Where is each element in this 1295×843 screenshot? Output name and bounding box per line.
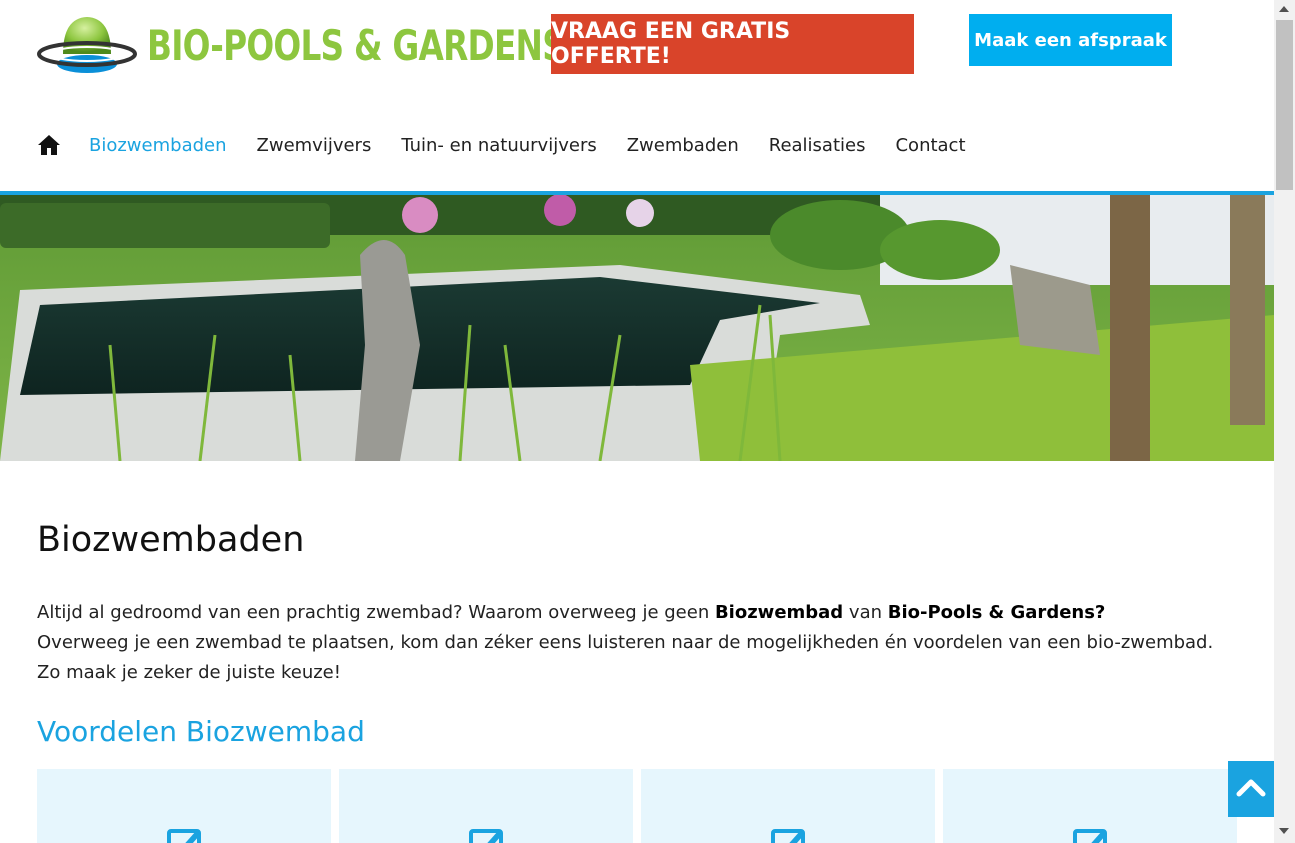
nav-item-realisaties[interactable]: Realisaties <box>769 135 866 156</box>
benefit-card[interactable] <box>943 769 1237 843</box>
intro-bold-company: Bio-Pools & Gardens? <box>887 602 1106 623</box>
scrollbar-thumb[interactable] <box>1276 20 1293 190</box>
intro-paragraph-2: Overweeg je een zwembad te plaatsen, kom… <box>37 632 1214 683</box>
benefit-card[interactable] <box>641 769 935 843</box>
intro-text-segment: van <box>843 602 888 623</box>
nav-item-zwembaden[interactable]: Zwembaden <box>627 135 739 156</box>
intro-text: Altijd al gedroomd van een prachtig zwem… <box>37 598 1237 688</box>
edit-icon <box>1072 825 1110 843</box>
back-to-top-button[interactable] <box>1228 761 1274 817</box>
intro-paragraph-1: Altijd al gedroomd van een prachtig zwem… <box>37 598 1237 628</box>
free-quote-button[interactable]: VRAAG EEN GRATIS OFFERTE! <box>551 14 914 74</box>
edit-icon <box>468 825 506 843</box>
page-scrollbar[interactable] <box>1274 0 1295 843</box>
benefit-card[interactable] <box>339 769 633 843</box>
nav-item-contact[interactable]: Contact <box>895 135 965 156</box>
benefit-cards <box>37 769 1245 843</box>
make-appointment-button[interactable]: Maak een afspraak <box>969 14 1172 66</box>
intro-bold-biozwembad: Biozwembad <box>714 602 844 623</box>
home-icon[interactable] <box>37 134 61 156</box>
logo-pool-icon <box>37 14 137 76</box>
logo-text: BIO-POOLS & GARDENS <box>147 20 566 70</box>
page-title: Biozwembaden <box>37 520 305 560</box>
section-title-voordelen: Voordelen Biozwembad <box>37 715 365 748</box>
main-nav: Biozwembaden Zwemvijvers Tuin- en natuur… <box>37 130 996 160</box>
site-logo[interactable]: BIO-POOLS & GARDENS <box>37 13 566 77</box>
free-quote-label: VRAAG EEN GRATIS OFFERTE! <box>551 19 791 69</box>
edit-icon <box>770 825 808 843</box>
make-appointment-label: Maak een afspraak <box>974 29 1167 51</box>
edit-icon <box>166 825 204 843</box>
scroll-down-arrow-icon[interactable] <box>1279 828 1289 834</box>
intro-text-segment: Altijd al gedroomd van een prachtig zwem… <box>37 602 715 623</box>
chevron-up-icon <box>1236 777 1266 801</box>
nav-item-tuin-natuurvijvers[interactable]: Tuin- en natuurvijvers <box>401 135 596 156</box>
hero-garden-pool-image <box>0 195 1274 461</box>
benefit-card[interactable] <box>37 769 331 843</box>
nav-item-zwemvijvers[interactable]: Zwemvijvers <box>257 135 372 156</box>
scroll-up-arrow-icon[interactable] <box>1279 6 1289 12</box>
nav-item-biozwembaden[interactable]: Biozwembaden <box>89 135 227 156</box>
